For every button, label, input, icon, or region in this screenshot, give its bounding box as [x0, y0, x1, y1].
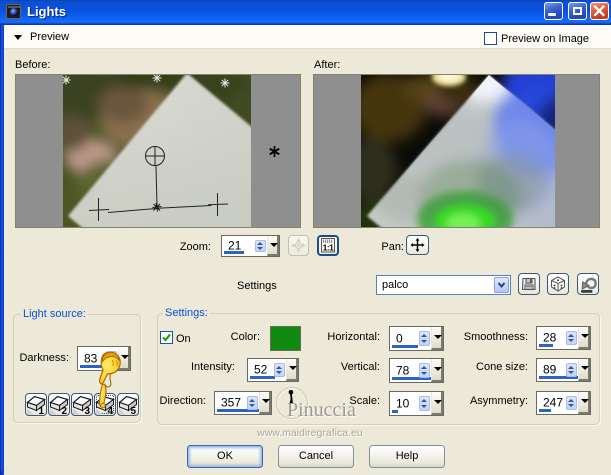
svg-text:3: 3 [85, 406, 91, 415]
svg-text:5: 5 [131, 406, 137, 415]
svg-text:1: 1 [39, 406, 45, 415]
svg-text:2: 2 [62, 406, 68, 415]
